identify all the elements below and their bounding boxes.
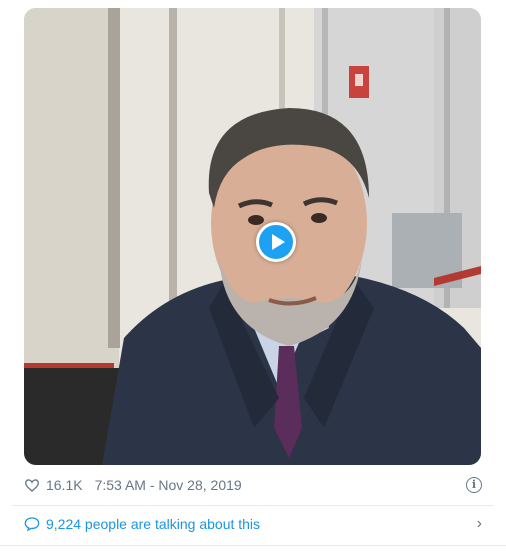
tweet-meta: 16.1K 7:53 AM - Nov 28, 2019 i	[24, 474, 482, 496]
conversation-text: 9,224 people are talking about this	[46, 516, 261, 532]
video-frame	[24, 8, 481, 465]
tweet-card: 16.1K 7:53 AM - Nov 28, 2019 i 9,224 peo…	[0, 0, 506, 551]
heart-icon	[25, 479, 39, 492]
divider	[12, 505, 494, 506]
video-player[interactable]	[24, 8, 481, 465]
conversation-link[interactable]: 9,224 people are talking about this ›	[24, 512, 482, 536]
like-button[interactable]: 16.1K	[24, 477, 95, 493]
bottom-divider	[0, 545, 506, 546]
chevron-right-icon: ›	[476, 515, 482, 532]
play-icon	[271, 234, 285, 250]
info-icon[interactable]: i	[466, 477, 482, 493]
speech-bubble-icon	[24, 517, 40, 532]
play-button[interactable]	[256, 222, 296, 262]
tweet-timestamp[interactable]: 7:53 AM - Nov 28, 2019	[95, 477, 242, 493]
like-count: 16.1K	[46, 477, 83, 493]
